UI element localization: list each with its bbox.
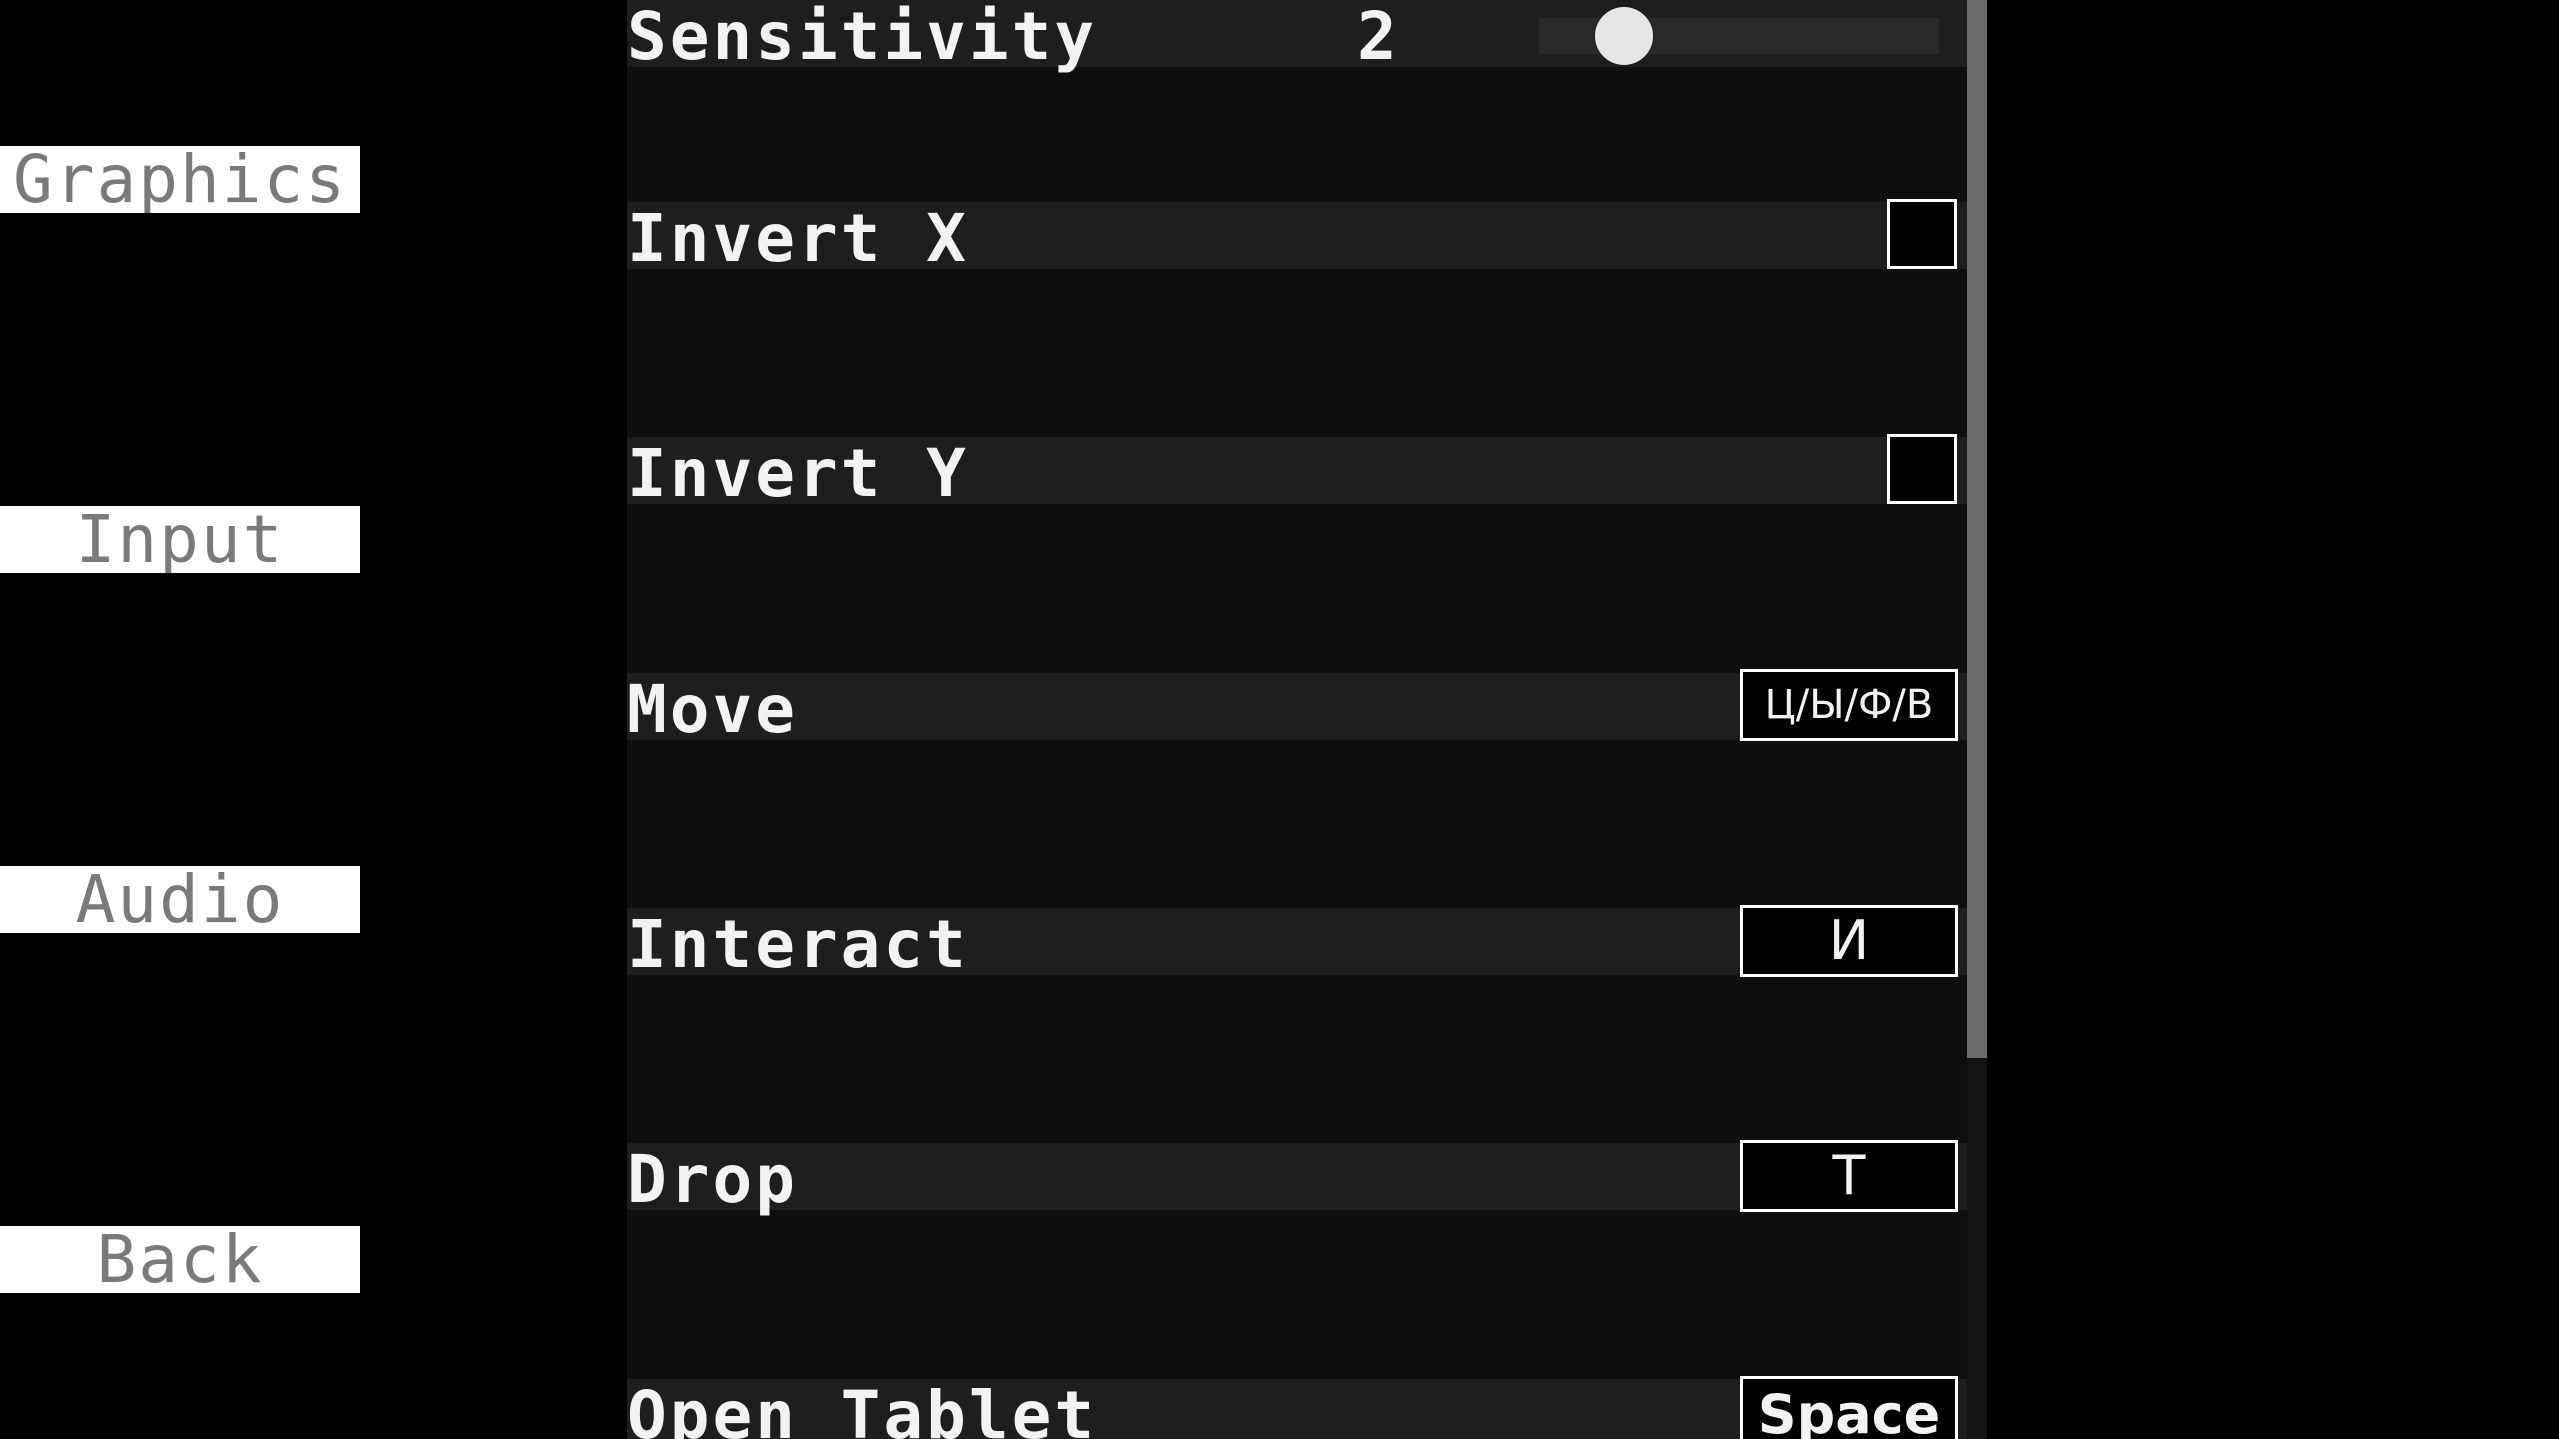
audio-button[interactable]: Audio — [0, 866, 360, 933]
open-tablet-keybind-button[interactable]: Space — [1740, 1376, 1958, 1439]
sensitivity-label: Sensitivity — [627, 0, 1098, 75]
drop-label: Drop — [627, 1141, 798, 1218]
invert-y-label: Invert Y — [627, 435, 969, 512]
back-button[interactable]: Back — [0, 1226, 360, 1293]
sensitivity-value: 2 — [1357, 0, 1397, 75]
interact-keybind-button[interactable]: И — [1740, 905, 1958, 977]
input-button[interactable]: Input — [0, 506, 360, 573]
settings-scrollbar-thumb[interactable] — [1967, 0, 1987, 1058]
invert-y-checkbox[interactable] — [1887, 434, 1957, 504]
interact-label: Interact — [627, 906, 969, 983]
move-label: Move — [627, 671, 798, 748]
move-keybind-button[interactable]: Ц/Ы/Ф/В — [1740, 669, 1958, 741]
sensitivity-slider-handle[interactable] — [1595, 7, 1653, 65]
invert-x-checkbox[interactable] — [1887, 199, 1957, 269]
invert-x-label: Invert X — [627, 200, 969, 277]
graphics-button[interactable]: Graphics — [0, 146, 360, 213]
open-tablet-label: Open Tablet — [627, 1377, 1098, 1439]
drop-keybind-button[interactable]: Т — [1740, 1140, 1958, 1212]
input-settings-screen: Graphics Input Audio Back Sensitivity 2 … — [0, 0, 2559, 1439]
